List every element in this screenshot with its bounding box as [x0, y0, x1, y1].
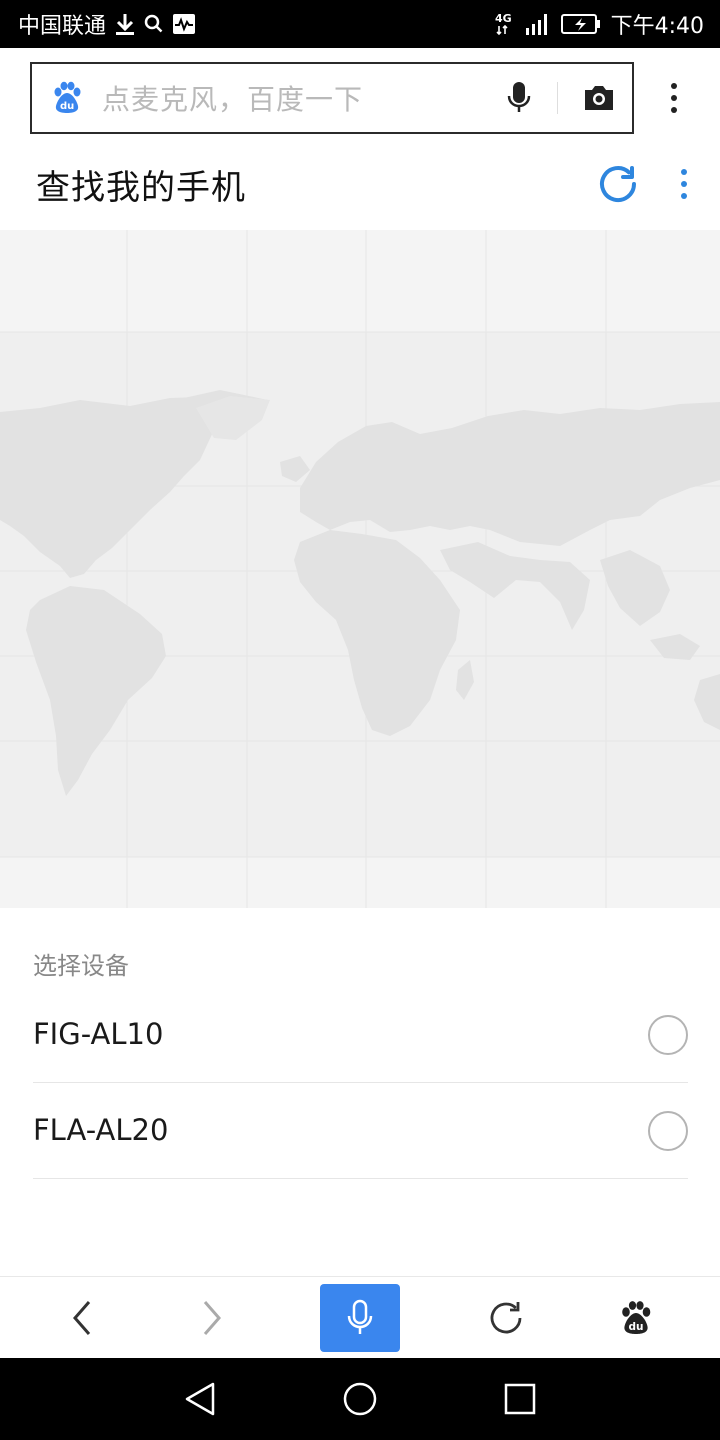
world-map[interactable]: [0, 230, 720, 908]
activity-icon: [172, 13, 196, 35]
device-radio-button[interactable]: [648, 1111, 688, 1151]
baidu-logo-icon: du: [32, 64, 102, 132]
device-name: FLA-AL20: [33, 1113, 169, 1147]
svg-text:4G: 4G: [495, 12, 512, 25]
download-icon: [114, 12, 136, 36]
device-list: 选择设备 FIG-AL10 FLA-AL20: [0, 908, 720, 1276]
page-header: 查找我的手机: [0, 146, 720, 230]
voice-search-icon[interactable]: [489, 64, 549, 132]
baidu-paw-icon[interactable]: du: [596, 1277, 676, 1359]
device-row[interactable]: FIG-AL10: [33, 987, 688, 1083]
device-section-label: 选择设备: [33, 952, 129, 980]
search-input[interactable]: 点麦克风，百度一下: [102, 78, 489, 118]
status-bar: 中国联通 4G 下午4:40: [0, 0, 720, 48]
network-type-label: 4G: [495, 11, 515, 37]
nav-home-icon[interactable]: [315, 1358, 405, 1440]
device-row[interactable]: FLA-AL20: [33, 1083, 688, 1179]
camera-search-icon[interactable]: [566, 64, 632, 132]
svg-text:du: du: [60, 101, 74, 112]
refresh-icon[interactable]: [466, 1277, 546, 1359]
status-left: 中国联通: [18, 8, 196, 40]
battery-charging-icon: [560, 13, 601, 35]
search-small-icon: [144, 13, 164, 35]
nav-recents-icon[interactable]: [475, 1358, 565, 1440]
page-more-icon[interactable]: [664, 160, 704, 208]
clock: 下午4:40: [610, 14, 704, 39]
nav-back-icon[interactable]: [155, 1358, 245, 1440]
forward-icon[interactable]: [172, 1277, 252, 1359]
carrier-label: 中国联通: [18, 14, 107, 39]
refresh-location-icon[interactable]: [594, 160, 642, 208]
android-nav-bar: [0, 1358, 720, 1440]
search-box[interactable]: du 点麦克风，百度一下: [30, 62, 634, 134]
status-right: 4G 下午4:40: [495, 8, 704, 40]
browser-toolbar: du: [0, 1276, 720, 1358]
device-radio-button[interactable]: [648, 1015, 688, 1055]
browser-search-bar: du 点麦克风，百度一下: [0, 48, 720, 146]
signal-icon: [525, 12, 551, 36]
back-icon[interactable]: [42, 1277, 122, 1359]
svg-text:du: du: [629, 1321, 644, 1333]
browser-more-icon[interactable]: [654, 72, 694, 124]
microphone-icon[interactable]: [320, 1284, 400, 1352]
device-name: FIG-AL10: [33, 1017, 164, 1051]
search-divider: [557, 82, 558, 114]
page-title: 查找我的手机: [36, 168, 246, 208]
